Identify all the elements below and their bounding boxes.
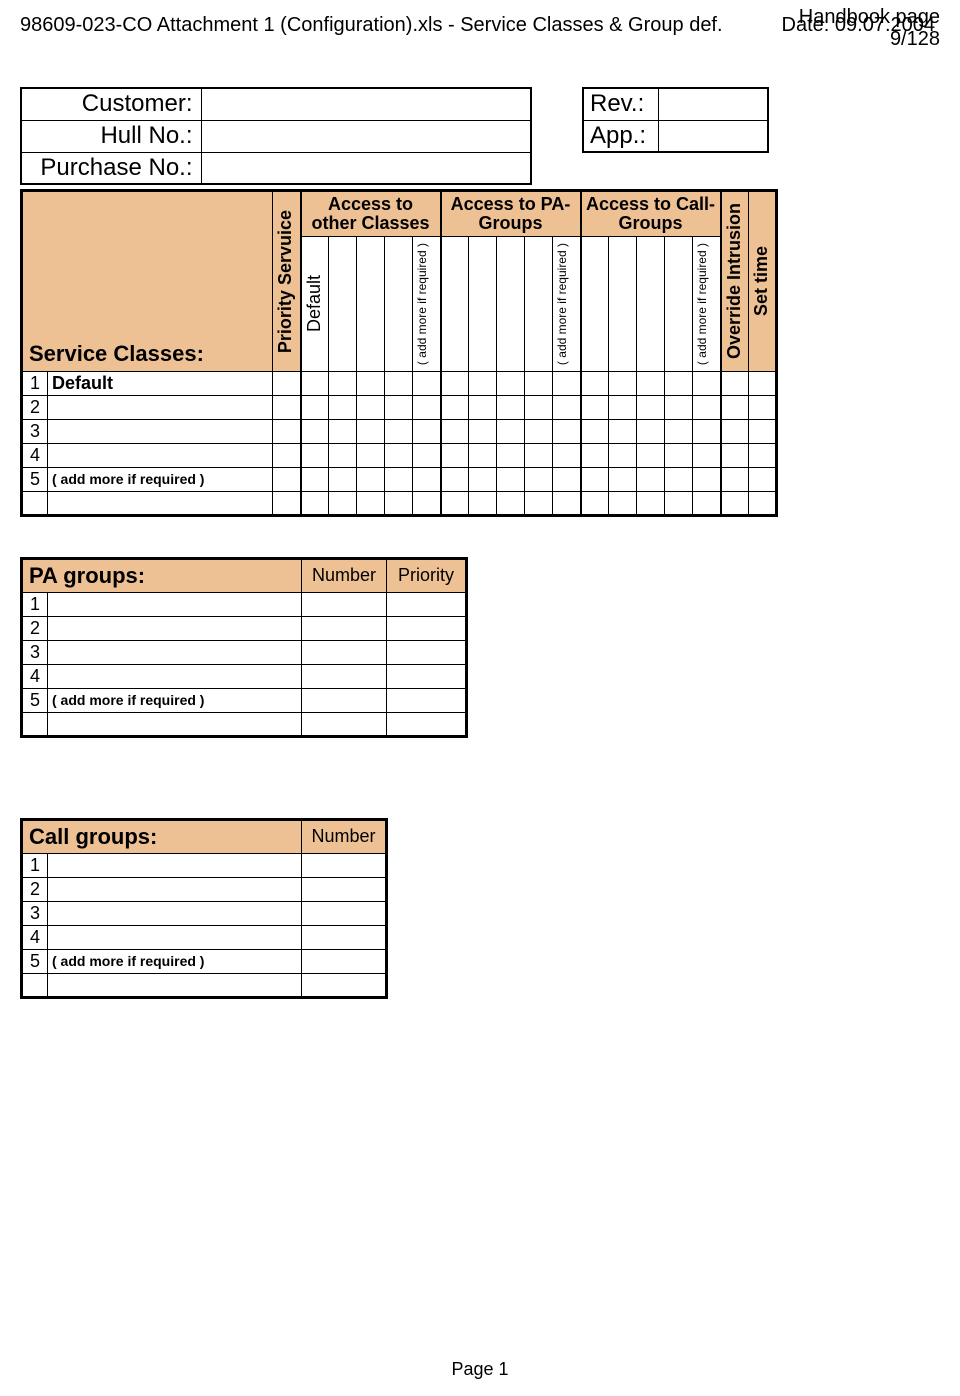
col-set-time: Set time (749, 240, 774, 322)
table-row (22, 973, 387, 997)
handbook-pageof: 9/128 (799, 28, 940, 50)
customer-box: Customer: Hull No.: Purchase No.: (20, 87, 532, 185)
pa-col-priority: Priority (387, 558, 467, 592)
customer-label: Customer: (21, 88, 201, 120)
table-row: 4 (22, 443, 777, 467)
sub-addmore-1: ( add more if required ) (413, 237, 431, 371)
rev-label: Rev.: (583, 88, 658, 120)
table-row: 1 Default (22, 371, 777, 395)
purchase-label: Purchase No.: (21, 152, 201, 184)
sub-default: Default (302, 269, 327, 338)
table-row: 5( add more if required ) (22, 688, 467, 712)
table-row (22, 712, 467, 736)
app-value[interactable] (658, 120, 768, 152)
file-name: 98609-023-CO Attachment 1 (Configuration… (20, 14, 723, 37)
table-row: 1 (22, 592, 467, 616)
hull-value[interactable] (201, 120, 531, 152)
call-groups-table: Call groups: Number 1 2 3 4 5( add more … (20, 818, 940, 999)
purchase-value[interactable] (201, 152, 531, 184)
call-col-number: Number (302, 819, 387, 853)
service-classes-table: Service Classes: Priority Servuice Acces… (20, 189, 940, 517)
pa-groups-title: PA groups: (22, 558, 302, 592)
app-label: App.: (583, 120, 658, 152)
table-row: 1 (22, 853, 387, 877)
handbook-badge: Handbook page 9/128 (799, 6, 940, 50)
table-row: 2 (22, 616, 467, 640)
col-override-intrusion: Override Intrusion (722, 197, 747, 365)
pa-col-number: Number (302, 558, 387, 592)
handbook-label: Handbook page (799, 6, 940, 28)
rev-value[interactable] (658, 88, 768, 120)
call-groups-title: Call groups: (22, 819, 302, 853)
table-row: 4 (22, 664, 467, 688)
rev-box: Rev.: App.: (582, 87, 769, 153)
sub-addmore-3: ( add more if required ) (693, 237, 711, 371)
col-access-pa: Access to PA-Groups (441, 191, 581, 237)
table-row: 5 ( add more if required ) (22, 467, 777, 491)
col-priority-service: Priority Servuice (273, 204, 298, 359)
table-row: 3 (22, 419, 777, 443)
customer-value[interactable] (201, 88, 531, 120)
sub-addmore-2: ( add more if required ) (553, 237, 571, 371)
service-classes-title: Service Classes: (22, 191, 273, 372)
table-row (22, 491, 777, 515)
table-row: 5( add more if required ) (22, 949, 387, 973)
table-row: 2 (22, 395, 777, 419)
table-row: 4 (22, 925, 387, 949)
hull-label: Hull No.: (21, 120, 201, 152)
page-footer: Page 1 (0, 1359, 960, 1380)
table-row: 2 (22, 877, 387, 901)
col-access-call: Access to Call-Groups (581, 191, 721, 237)
pa-groups-table: PA groups: Number Priority 1 2 3 4 5( ad… (20, 557, 940, 738)
col-access-classes: Access to other Classes (301, 191, 441, 237)
table-row: 3 (22, 901, 387, 925)
table-row: 3 (22, 640, 467, 664)
